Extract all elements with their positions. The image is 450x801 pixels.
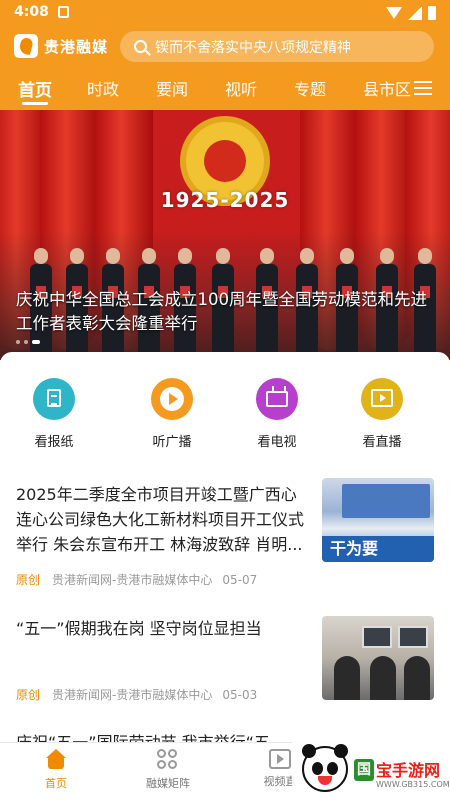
newspaper-icon bbox=[47, 389, 61, 407]
tab-home[interactable]: 首页 bbox=[18, 76, 52, 101]
status-time: 4:08 bbox=[14, 4, 49, 20]
wifi-icon bbox=[386, 7, 402, 19]
matrix-grid-icon bbox=[157, 749, 179, 771]
carousel-dots bbox=[16, 340, 40, 344]
news-thumbnail bbox=[322, 616, 434, 700]
content-sheet: 看报纸 听广播 看电视 看直播 2025年二季度全市项目开竣工暨广西心连心公司绿… bbox=[0, 352, 450, 744]
news-date: 05-03 bbox=[222, 688, 258, 702]
news-meta: 原创 贵港新闻网-贵港市融媒体中心 05-03 bbox=[16, 686, 257, 703]
search-icon bbox=[134, 40, 147, 53]
quick-link-live[interactable]: 看直播 bbox=[342, 372, 422, 450]
news-source: 贵港新闻网-贵港市融媒体中心 bbox=[52, 688, 213, 702]
banner-caption: 庆祝中华全国总工会成立100周年暨全国劳动模范和先进工作者表彰大会隆重举行 bbox=[16, 290, 427, 333]
nav-media-matrix[interactable]: 融媒矩阵 bbox=[128, 749, 208, 791]
tab-politics[interactable]: 时政 bbox=[87, 76, 119, 100]
news-item[interactable]: 2025年二季度全市项目开竣工暨广西心连心公司绿色大化工新材料项目开工仪式举行 … bbox=[0, 478, 450, 598]
quick-link-newspaper[interactable]: 看报纸 bbox=[14, 372, 94, 450]
search-placeholder: 锲而不舍落实中央八项规定精神 bbox=[155, 39, 351, 56]
news-date: 05-07 bbox=[222, 573, 258, 587]
video-play-icon bbox=[269, 749, 291, 769]
news-thumbnail: 干为要 bbox=[322, 478, 434, 562]
menu-icon[interactable] bbox=[414, 81, 432, 95]
active-tab-indicator bbox=[22, 102, 48, 105]
quick-link-radio[interactable]: 听广播 bbox=[132, 372, 212, 450]
status-bar: 4:08 bbox=[0, 0, 450, 26]
channel-tabs: 首页 时政 要闻 视听 专题 县市区 bbox=[0, 73, 450, 105]
quick-link-tv[interactable]: 看电视 bbox=[237, 372, 317, 450]
tv-icon bbox=[266, 391, 288, 407]
news-title: “五一”假期我在岗 坚守岗位显担当 bbox=[16, 619, 262, 638]
notification-icon bbox=[58, 6, 69, 18]
news-item[interactable]: 庆祝“五一”国际劳动节 我市举行“五 bbox=[0, 730, 450, 744]
logo-flame-icon bbox=[14, 34, 38, 58]
banner-year-text: 1925-2025 bbox=[160, 188, 290, 212]
home-icon bbox=[45, 749, 67, 771]
search-bar[interactable]: 锲而不舍落实中央八项规定精神 bbox=[120, 31, 434, 62]
nav-home[interactable]: 首页 bbox=[16, 749, 96, 791]
tab-audio-video[interactable]: 视听 bbox=[225, 76, 257, 100]
news-item[interactable]: “五一”假期我在岗 坚守岗位显担当 原创 贵港新闻网-贵港市融媒体中心 05-03 bbox=[0, 614, 450, 714]
app-name: 贵港融媒 bbox=[44, 37, 109, 56]
tab-counties[interactable]: 县市区 bbox=[363, 76, 411, 100]
battery-icon bbox=[428, 6, 436, 20]
tab-special[interactable]: 专题 bbox=[294, 76, 326, 100]
app-header: 贵港融媒 锲而不舍落实中央八项规定精神 bbox=[0, 28, 450, 64]
site-watermark: 国 宝手游网 WWW.GB315.COM bbox=[292, 742, 450, 801]
radio-play-icon bbox=[160, 387, 184, 411]
original-tag: 原创 bbox=[16, 573, 41, 587]
original-tag: 原创 bbox=[16, 688, 41, 702]
hero-banner[interactable]: 1925-2025 庆祝中华全国总工会成立100周年暨全国劳动模范和先进工作者表… bbox=[0, 110, 450, 360]
live-icon bbox=[371, 389, 393, 407]
quick-links: 看报纸 听广播 看电视 看直播 bbox=[0, 372, 450, 452]
thumbnail-slogan: 干为要 bbox=[322, 536, 434, 562]
tab-headlines[interactable]: 要闻 bbox=[156, 76, 188, 100]
signal-icon bbox=[408, 6, 422, 20]
app-logo[interactable]: 贵港融媒 bbox=[14, 34, 108, 58]
watermark-badge: 国 bbox=[354, 759, 374, 781]
news-source: 贵港新闻网-贵港市融媒体中心 bbox=[52, 573, 213, 587]
news-title: 2025年二季度全市项目开竣工暨广西心连心公司绿色大化工新材料项目开工仪式举行 … bbox=[16, 485, 305, 554]
panda-logo-icon bbox=[302, 744, 348, 792]
watermark-text: 宝手游网 bbox=[376, 761, 441, 780]
watermark-url: WWW.GB315.COM bbox=[376, 780, 450, 789]
status-icons bbox=[386, 6, 436, 20]
news-meta: 原创 贵港新闻网-贵港市融媒体中心 05-07 bbox=[16, 571, 257, 588]
